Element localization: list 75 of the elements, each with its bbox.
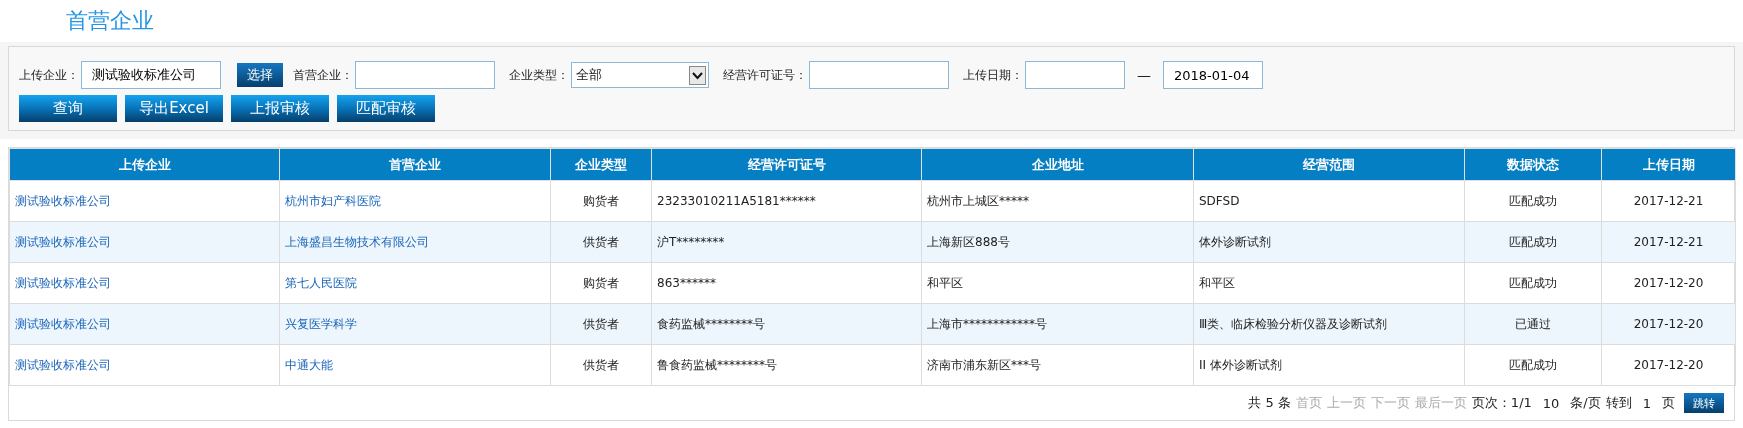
- range-separator: —: [1137, 67, 1151, 83]
- table-cell: 鲁食药监械********号: [657, 357, 777, 372]
- table-cell: 2017-12-21: [1633, 194, 1704, 208]
- column-header[interactable]: 上传日期: [1601, 148, 1736, 181]
- table-cell: 匹配成功: [1509, 357, 1557, 372]
- table-cell: 上海新区888号: [927, 234, 1010, 249]
- column-header[interactable]: 企业类型: [550, 148, 652, 181]
- company-link[interactable]: 中通大能: [285, 357, 333, 372]
- table-cell: 上海市************号: [927, 316, 1047, 331]
- column-header[interactable]: 企业地址: [921, 148, 1194, 181]
- column-header[interactable]: 首营企业: [279, 148, 551, 181]
- table-cell: 已通过: [1515, 316, 1551, 331]
- company-link[interactable]: 测试验收标准公司: [15, 275, 111, 290]
- page-size-field[interactable]: 10: [1536, 395, 1566, 411]
- table-cell: 供货者: [583, 234, 619, 249]
- company-link[interactable]: 上海盛昌生物技术有限公司: [285, 234, 429, 249]
- table-cell: 和平区: [927, 275, 963, 290]
- company-link[interactable]: 测试验收标准公司: [15, 357, 111, 372]
- input-field[interactable]: 测试验收标准公司: [81, 61, 221, 89]
- field-label: 经营许可证号：: [723, 66, 807, 84]
- select-button[interactable]: 选择: [237, 63, 283, 87]
- table-cell: 匹配成功: [1509, 234, 1557, 249]
- action-button[interactable]: 导出Excel: [125, 95, 223, 122]
- action-button[interactable]: 查询: [19, 95, 117, 122]
- caret-icon: [689, 65, 706, 85]
- column-header[interactable]: 数据状态: [1464, 148, 1602, 181]
- table-cell: SDFSD: [1199, 194, 1240, 208]
- page-number-field[interactable]: 1: [1636, 395, 1657, 411]
- table-cell: 购货者: [583, 275, 619, 290]
- company-link[interactable]: 测试验收标准公司: [15, 234, 111, 249]
- table-cell: 23233010211A5181******: [657, 194, 816, 208]
- field-label: 上传日期：: [963, 66, 1023, 84]
- column-header[interactable]: 经营许可证号: [651, 148, 922, 181]
- column-header[interactable]: 上传企业: [9, 148, 280, 181]
- action-button[interactable]: 匹配审核: [337, 95, 435, 122]
- input-field[interactable]: [809, 61, 949, 89]
- table-cell: 匹配成功: [1509, 193, 1557, 208]
- dropdown[interactable]: 全部: [571, 62, 709, 88]
- table-cell: 2017-12-20: [1633, 358, 1704, 372]
- total-count: 共 5 条: [1248, 394, 1291, 412]
- goto-label: 转到: [1605, 394, 1632, 412]
- company-link[interactable]: 第七人民医院: [285, 275, 357, 290]
- company-link[interactable]: 测试验收标准公司: [15, 193, 111, 208]
- company-link[interactable]: 测试验收标准公司: [15, 316, 111, 331]
- company-link[interactable]: 兴复医学科学: [285, 316, 357, 331]
- table-cell: 2017-12-21: [1633, 235, 1704, 249]
- go-button[interactable]: 跳转: [1684, 393, 1724, 413]
- date-field[interactable]: 2018-01-04: [1163, 61, 1263, 89]
- table-cell: 购货者: [583, 193, 619, 208]
- table-cell: 沪T********: [657, 234, 725, 249]
- per-page-label: 条/页: [1570, 394, 1601, 412]
- field-label: 企业类型：: [509, 66, 569, 84]
- field-label: 上传企业：: [19, 66, 79, 84]
- page-title: 首营企业: [65, 7, 155, 35]
- table-cell: 杭州市上城区*****: [927, 193, 1029, 208]
- action-button[interactable]: 上报审核: [231, 95, 329, 122]
- table-cell: 体外诊断试剂: [1199, 234, 1271, 249]
- table-cell: 食药监械********号: [657, 316, 765, 331]
- page-label: 页: [1662, 394, 1675, 412]
- table-cell: 863******: [657, 276, 716, 290]
- table-cell: II 体外诊断试剂: [1199, 357, 1282, 372]
- table-cell: Ⅲ类、临床检验分析仪器及诊断试剂: [1199, 316, 1388, 331]
- field-label: 首营企业：: [293, 66, 353, 84]
- table-cell: 2017-12-20: [1633, 317, 1704, 331]
- input-field[interactable]: [355, 61, 495, 89]
- table-cell: 和平区: [1199, 275, 1235, 290]
- table-cell: 供货者: [583, 357, 619, 372]
- table-cell: 匹配成功: [1509, 275, 1557, 290]
- table-cell: 2017-12-20: [1633, 276, 1704, 290]
- table-cell: 供货者: [583, 316, 619, 331]
- company-link[interactable]: 杭州市妇产科医院: [285, 193, 381, 208]
- date-field[interactable]: [1025, 61, 1125, 89]
- column-header[interactable]: 经营范围: [1193, 148, 1465, 181]
- page-info: 页次：1/1: [1471, 394, 1532, 412]
- table-cell: 济南市浦东新区***号: [927, 357, 1041, 372]
